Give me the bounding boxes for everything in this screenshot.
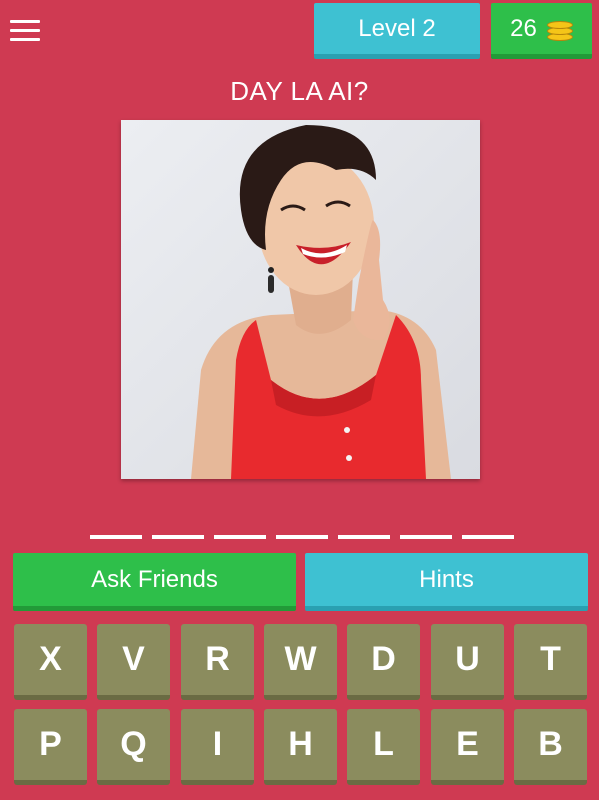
question-text: DAY LA AI? bbox=[230, 76, 369, 106]
letter-key[interactable]: H bbox=[264, 709, 337, 785]
celebrity-photo-illustration bbox=[121, 120, 480, 479]
celebrity-photo bbox=[121, 120, 480, 479]
menu-icon-bar bbox=[10, 38, 40, 41]
letter-key[interactable]: Q bbox=[97, 709, 170, 785]
letter-key[interactable]: V bbox=[97, 624, 170, 700]
letter-key[interactable]: R bbox=[181, 624, 254, 700]
coin-count: 26 bbox=[510, 14, 537, 42]
menu-icon[interactable] bbox=[10, 18, 40, 44]
menu-icon-bar bbox=[10, 20, 40, 23]
ask-friends-label: Ask Friends bbox=[91, 565, 218, 593]
letter-key[interactable]: L bbox=[347, 709, 420, 785]
letter-key[interactable]: T bbox=[514, 624, 587, 700]
level-label: Level 2 bbox=[358, 14, 436, 42]
level-button[interactable]: Level 2 bbox=[314, 3, 480, 59]
letter-key[interactable]: I bbox=[181, 709, 254, 785]
ask-friends-button[interactable]: Ask Friends bbox=[13, 553, 296, 611]
answer-slot[interactable] bbox=[90, 535, 142, 539]
hints-button[interactable]: Hints bbox=[305, 553, 588, 611]
letter-key[interactable]: E bbox=[431, 709, 504, 785]
coins-button[interactable]: 26 bbox=[491, 3, 592, 59]
answer-slot[interactable] bbox=[338, 535, 390, 539]
answer-slots bbox=[90, 535, 515, 539]
answer-slot[interactable] bbox=[152, 535, 204, 539]
letter-key[interactable]: B bbox=[514, 709, 587, 785]
menu-icon-bar bbox=[10, 29, 40, 32]
answer-slot[interactable] bbox=[400, 535, 452, 539]
letter-key[interactable]: W bbox=[264, 624, 337, 700]
answer-slot[interactable] bbox=[276, 535, 328, 539]
answer-slot[interactable] bbox=[462, 535, 514, 539]
hints-label: Hints bbox=[419, 565, 474, 593]
letter-key[interactable]: D bbox=[347, 624, 420, 700]
letter-key[interactable]: U bbox=[431, 624, 504, 700]
letter-key[interactable]: X bbox=[14, 624, 87, 700]
answer-slot[interactable] bbox=[214, 535, 266, 539]
letter-key[interactable]: P bbox=[14, 709, 87, 785]
coin-stack-icon bbox=[546, 17, 573, 41]
